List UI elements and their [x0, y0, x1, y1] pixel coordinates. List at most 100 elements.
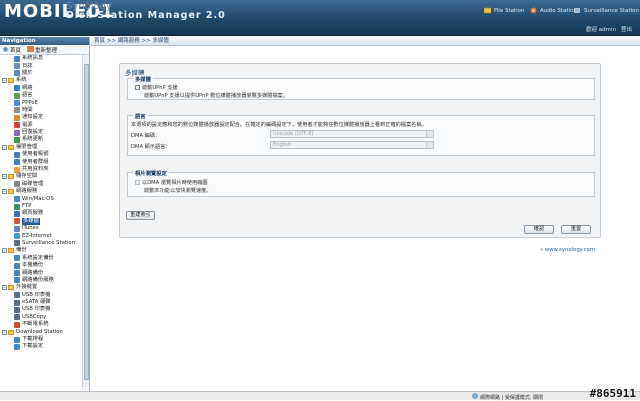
collapse-icon[interactable]: −: [2, 189, 7, 195]
menu-item-icon: [14, 100, 20, 107]
menu-item-icon: [14, 218, 20, 225]
synology-website-link[interactable]: » www.synology.com: [540, 247, 595, 253]
tree-item-label: 共用資料夾: [22, 166, 49, 173]
menu-item-icon: [14, 129, 20, 136]
tree-group[interactable]: − 系統: [0, 77, 82, 84]
collapse-icon[interactable]: −: [2, 329, 7, 335]
thumbnail-checkbox-row[interactable]: 以DMA 瀏覽相片時使用縮圖: [135, 179, 208, 186]
reindex-button[interactable]: 重建索引: [126, 211, 155, 220]
tree-item[interactable]: 網路備份: [0, 269, 82, 277]
scrollbar-thumb[interactable]: [84, 64, 89, 380]
tree-group[interactable]: − 網路服務: [0, 188, 82, 195]
tree-item[interactable]: 語言: [0, 92, 82, 99]
tree-item[interactable]: 關於: [0, 70, 82, 77]
menu-item-icon: [14, 292, 20, 299]
language-legend: 語言: [133, 112, 148, 120]
collapse-icon[interactable]: −: [2, 144, 7, 150]
upnp-checkbox-row[interactable]: 啟動UPnP 支援: [135, 84, 178, 91]
tree-item[interactable]: USB 印表機: [0, 292, 82, 299]
tree-item-label: 系統更新: [22, 136, 44, 143]
ok-button[interactable]: 確認: [524, 225, 554, 234]
multimedia-panel: 多媒體 多媒體 啟動UPnP 支援 啟動UPnP 支援以提供UPnP 數位媒體播…: [119, 63, 601, 238]
collapse-icon[interactable]: −: [2, 285, 7, 291]
refresh-button[interactable]: 重新整理: [27, 45, 57, 54]
tree-item[interactable]: 共用資料夾: [0, 166, 82, 173]
menu-item-icon: [14, 107, 20, 114]
tree-item[interactable]: USB 印表機: [0, 306, 82, 313]
collapse-icon[interactable]: −: [2, 174, 7, 180]
thumbnail-description: 啟動本功能以加快瀏覽速度。: [144, 188, 212, 194]
tree-group[interactable]: − 儲存空間: [0, 173, 82, 180]
folder-icon: [8, 285, 14, 291]
upnp-legend: 多媒體: [133, 75, 153, 83]
main-content: 首頁 >> 網路服務 >> 多媒體 多媒體 多媒體 啟動UPnP 支援 啟動UP…: [91, 37, 640, 391]
dma-encoding-select[interactable]: Unicode (UTF-8): [270, 130, 434, 138]
tree-item[interactable]: PPPoE: [0, 99, 82, 107]
logout-link[interactable]: 登出: [621, 25, 632, 33]
language-fieldset: 語言 本選項的設定應和您的數位媒體播放器設定配合。在確定的編碼設定下，使用者才能…: [127, 112, 595, 156]
refresh-icon: [27, 45, 34, 54]
folder-icon: [8, 174, 14, 180]
tree-item[interactable]: 本機備份: [0, 262, 82, 269]
menu-item-icon: [14, 277, 20, 284]
audio-station-link[interactable]: Audio Station: [530, 7, 577, 14]
surveillance-station-link[interactable]: Surveillance Station: [574, 7, 639, 14]
tree-item[interactable]: EZ-Internet: [0, 232, 82, 240]
tree-group[interactable]: − 外接裝置: [0, 284, 82, 291]
tree-item[interactable]: 使用者群組: [0, 158, 82, 166]
dma-encoding-label: DMA 編碼：: [131, 133, 161, 139]
menu-item-icon: [14, 255, 20, 262]
synology-logo-text: Synology: [66, 1, 112, 12]
tree-item[interactable]: 網頁服務: [0, 210, 82, 217]
tree-item[interactable]: 日誌: [0, 62, 82, 70]
tree-group[interactable]: − 備份: [0, 247, 82, 254]
tree-item[interactable]: 通知設定: [0, 114, 82, 121]
tree-item[interactable]: iTunes: [0, 225, 82, 232]
tree-item[interactable]: 網路備份服務: [0, 277, 82, 284]
sidebar-scrollbar[interactable]: [82, 55, 89, 389]
menu-item-icon: [14, 262, 20, 269]
tree-item[interactable]: 多媒體: [0, 217, 82, 225]
audio-station-icon: [530, 7, 537, 14]
tree-group[interactable]: − 權限管理: [0, 144, 82, 151]
menu-item-icon: [14, 181, 20, 188]
tree-item-label: 多媒體: [22, 217, 40, 225]
reset-button[interactable]: 重置: [561, 225, 591, 234]
tree-item-label: 日誌: [22, 62, 33, 69]
dma-language-select[interactable]: English: [270, 141, 434, 149]
tree-item[interactable]: Surveillance Station: [0, 240, 82, 247]
menu-item-icon: [14, 270, 20, 277]
upnp-checkbox[interactable]: [135, 85, 140, 90]
surveillance-station-icon: [574, 7, 581, 14]
language-description: 本選項的設定應和您的數位媒體播放器設定配合。在確定的編碼設定下，使用者才能夠在數…: [131, 122, 427, 128]
tree-item[interactable]: 系統更新: [0, 136, 82, 143]
file-station-link[interactable]: File Station: [483, 7, 525, 14]
thumbnail-checkbox[interactable]: [135, 180, 140, 185]
collapse-icon[interactable]: −: [2, 248, 7, 254]
thumbnail-legend: 相片瀏覽設定: [133, 169, 169, 177]
collapse-icon[interactable]: −: [2, 78, 7, 84]
tree-item-label: 網路: [22, 84, 33, 91]
tree-item[interactable]: USBCopy: [0, 314, 82, 321]
tree-item[interactable]: 下載設定: [0, 343, 82, 350]
menu-item-icon: [14, 336, 20, 343]
tree-item[interactable]: 磁碟管理: [0, 181, 82, 188]
menu-item-icon: [14, 225, 20, 232]
menu-item-icon: [14, 55, 20, 62]
file-station-icon: [483, 7, 492, 14]
home-button[interactable]: 首頁: [2, 46, 21, 54]
tree-item[interactable]: 電源: [0, 122, 82, 129]
navigation-toolbar: 首頁 重新整理: [0, 45, 89, 55]
tree-item[interactable]: 不斷電系統: [0, 321, 82, 328]
tree-item[interactable]: Win/Mac OS: [0, 195, 82, 203]
tree-item[interactable]: 網路: [0, 85, 82, 92]
dma-language-label: DMA 顯示語言：: [131, 144, 171, 150]
tree-item-label: 時間: [22, 106, 33, 113]
tree-item[interactable]: 使用者帳號: [0, 151, 82, 158]
menu-item-icon: [14, 136, 20, 143]
tree-item[interactable]: 系統訊息: [0, 55, 82, 62]
tree-group[interactable]: − Download Station: [0, 328, 82, 335]
tree-item[interactable]: 系統設定備份: [0, 255, 82, 262]
menu-item-icon: [14, 240, 20, 247]
upnp-description: 啟動UPnP 支援以提供UPnP 數位媒體播放器瀏覽多媒體檔案。: [144, 93, 288, 99]
